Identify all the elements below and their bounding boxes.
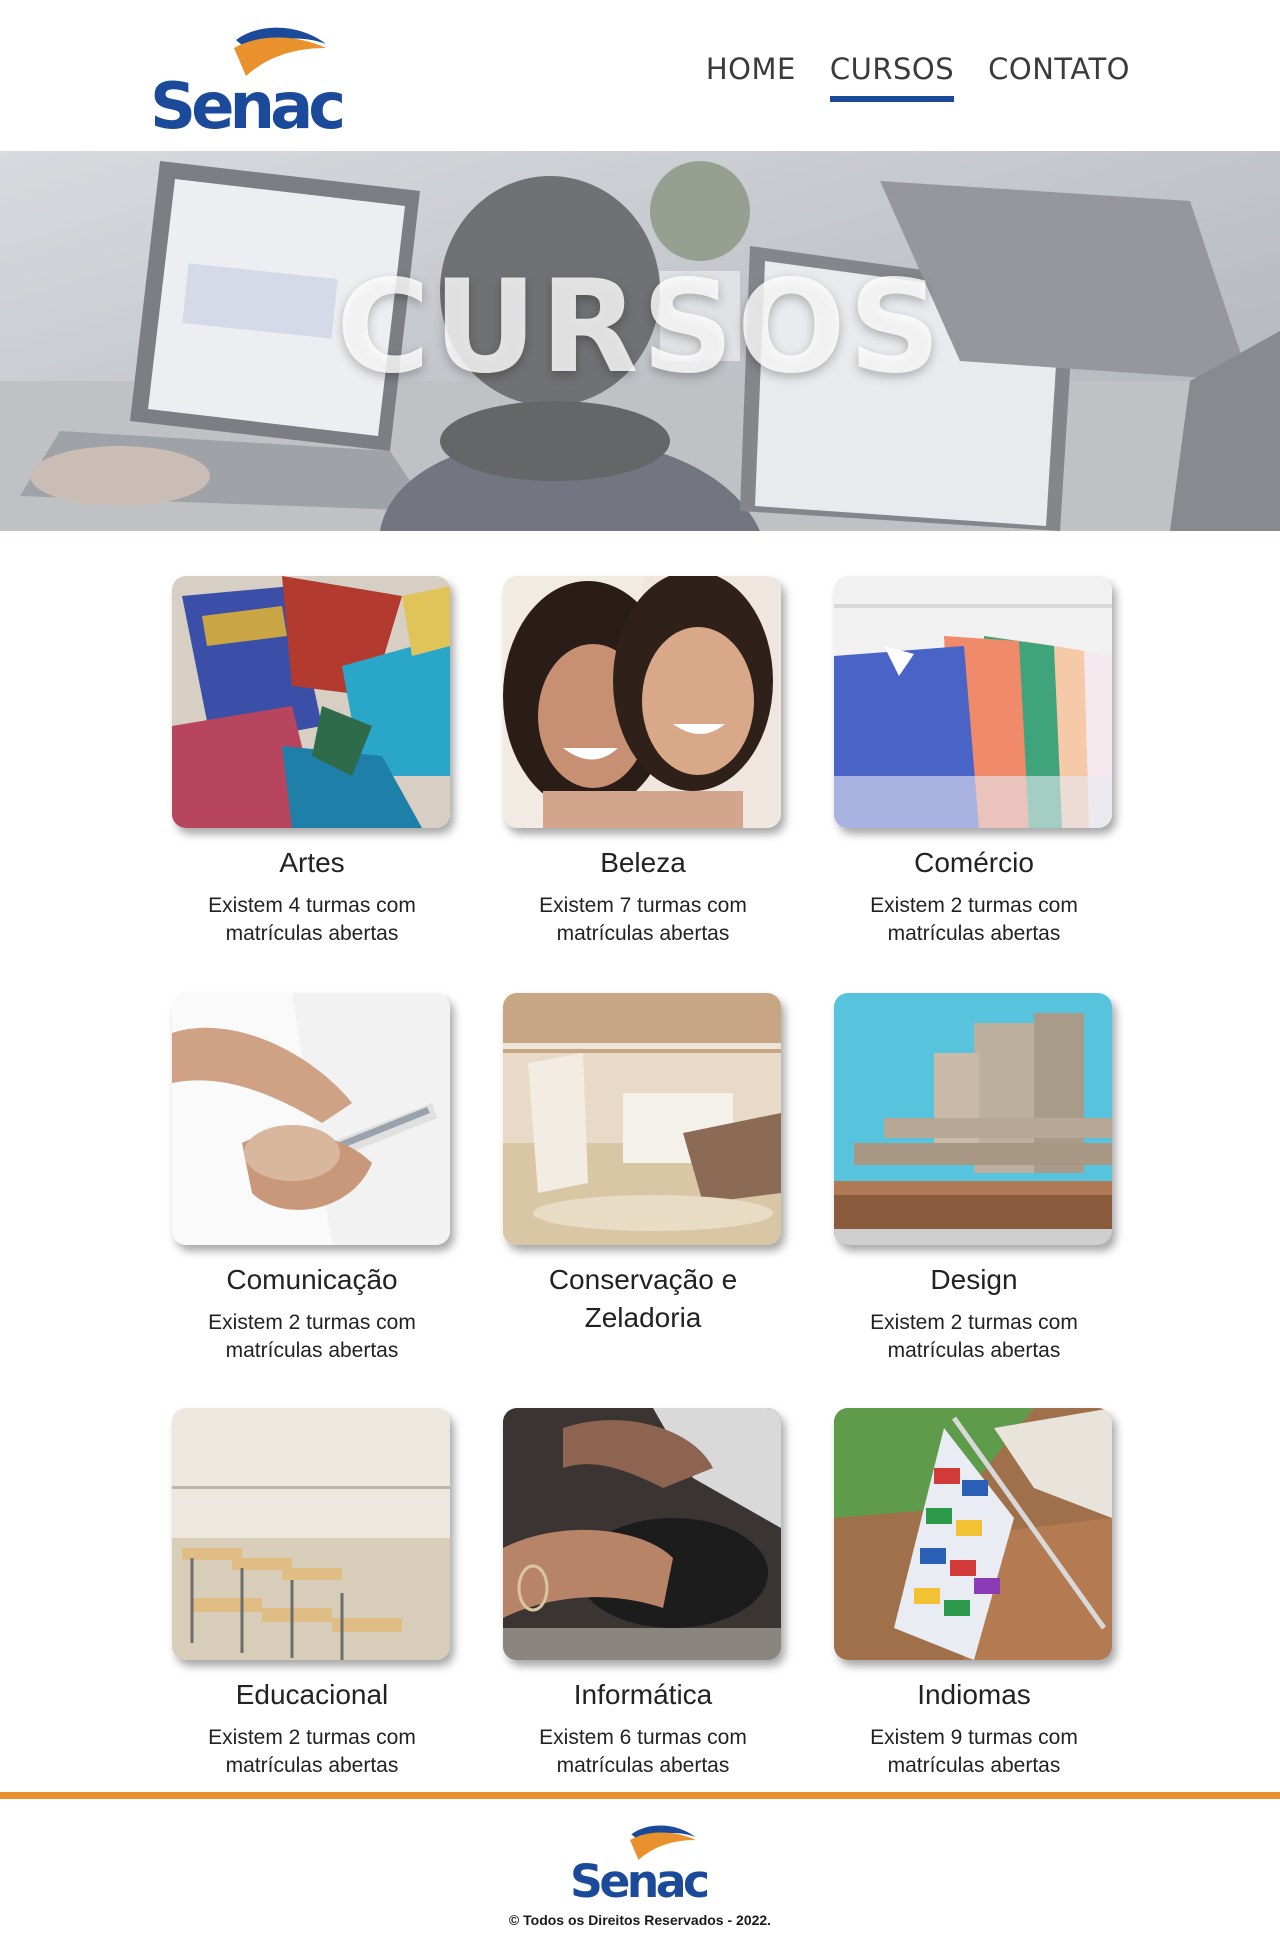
nav-cursos[interactable]: CURSOS xyxy=(829,52,955,102)
course-title: Educacional xyxy=(235,1679,389,1710)
course-description: Existem 2 turmas com matrículas abertas xyxy=(870,1311,1078,1362)
course-description: Existem 2 turmas com matrículas abertas xyxy=(870,894,1078,945)
course-title: Comércio xyxy=(914,847,1034,878)
svg-text:Senac: Senac xyxy=(570,1855,708,1902)
course-image-artes[interactable] xyxy=(172,576,450,828)
course-description: Existem 6 turmas com matrículas abertas xyxy=(539,1726,747,1777)
hero-banner: CURSOS xyxy=(0,151,1280,531)
course-card-artes[interactable]: Artes Existem 4 turmas com matrículas ab… xyxy=(172,576,452,948)
course-title: Design xyxy=(930,1264,1018,1295)
course-card-design[interactable]: Design Existem 2 turmas com matrículas a… xyxy=(834,993,1114,1365)
course-image-design[interactable] xyxy=(834,993,1112,1245)
course-image-informatica[interactable] xyxy=(503,1408,781,1660)
main-nav: HOME CURSOS CONTATO xyxy=(706,52,1130,102)
nav-home[interactable]: HOME xyxy=(706,52,796,92)
course-description: Existem 7 turmas com matrículas abertas xyxy=(539,894,747,945)
course-description: Existem 4 turmas com matrículas abertas xyxy=(208,894,416,945)
copyright-text: © Todos os Direitos Reservados - 2022. xyxy=(508,1912,772,1928)
hero-title: CURSOS xyxy=(336,253,944,402)
course-description: Existem 2 turmas com matrículas abertas xyxy=(208,1726,416,1777)
nav-contato[interactable]: CONTATO xyxy=(988,52,1130,92)
course-title: Artes xyxy=(279,847,345,878)
course-card-informatica[interactable]: Informática Existem 6 turmas com matrícu… xyxy=(503,1408,783,1780)
course-title: Beleza xyxy=(600,847,686,878)
course-image-comunicacao[interactable] xyxy=(172,993,450,1245)
course-card-comunicacao[interactable]: Comunicação Existem 2 turmas com matrícu… xyxy=(172,993,452,1365)
course-image-educacional[interactable] xyxy=(172,1408,450,1660)
course-image-conservacao[interactable] xyxy=(503,993,781,1245)
course-card-educacional[interactable]: Educacional Existem 2 turmas com matrícu… xyxy=(172,1408,452,1780)
course-title: Comunicação xyxy=(226,1264,398,1295)
course-description: Existem 2 turmas com matrículas abertas xyxy=(208,1311,416,1362)
course-title: Informática xyxy=(573,1679,713,1710)
course-title: Indiomas xyxy=(917,1679,1031,1710)
course-card-indiomas[interactable]: Indiomas Existem 9 turmas com matrículas… xyxy=(834,1408,1114,1780)
course-card-beleza[interactable]: Beleza Existem 7 turmas com matrículas a… xyxy=(503,576,783,948)
course-title: Conservação e Zeladoria xyxy=(548,1264,738,1333)
course-card-conservacao[interactable]: Conservação e Zeladoria xyxy=(503,993,783,1337)
course-image-beleza[interactable] xyxy=(503,576,781,828)
senac-logo[interactable]: Senac xyxy=(150,18,346,134)
course-image-comercio[interactable] xyxy=(834,576,1112,828)
course-card-comercio[interactable]: Comércio Existem 2 turmas com matrículas… xyxy=(834,576,1114,948)
svg-text:Senac: Senac xyxy=(150,70,342,134)
course-description: Existem 9 turmas com matrículas abertas xyxy=(870,1726,1078,1777)
senac-footer-logo[interactable]: Senac xyxy=(570,1818,710,1902)
course-image-indiomas[interactable] xyxy=(834,1408,1112,1660)
footer-divider xyxy=(0,1792,1280,1799)
site-header: Senac HOME CURSOS CONTATO xyxy=(0,0,1280,151)
